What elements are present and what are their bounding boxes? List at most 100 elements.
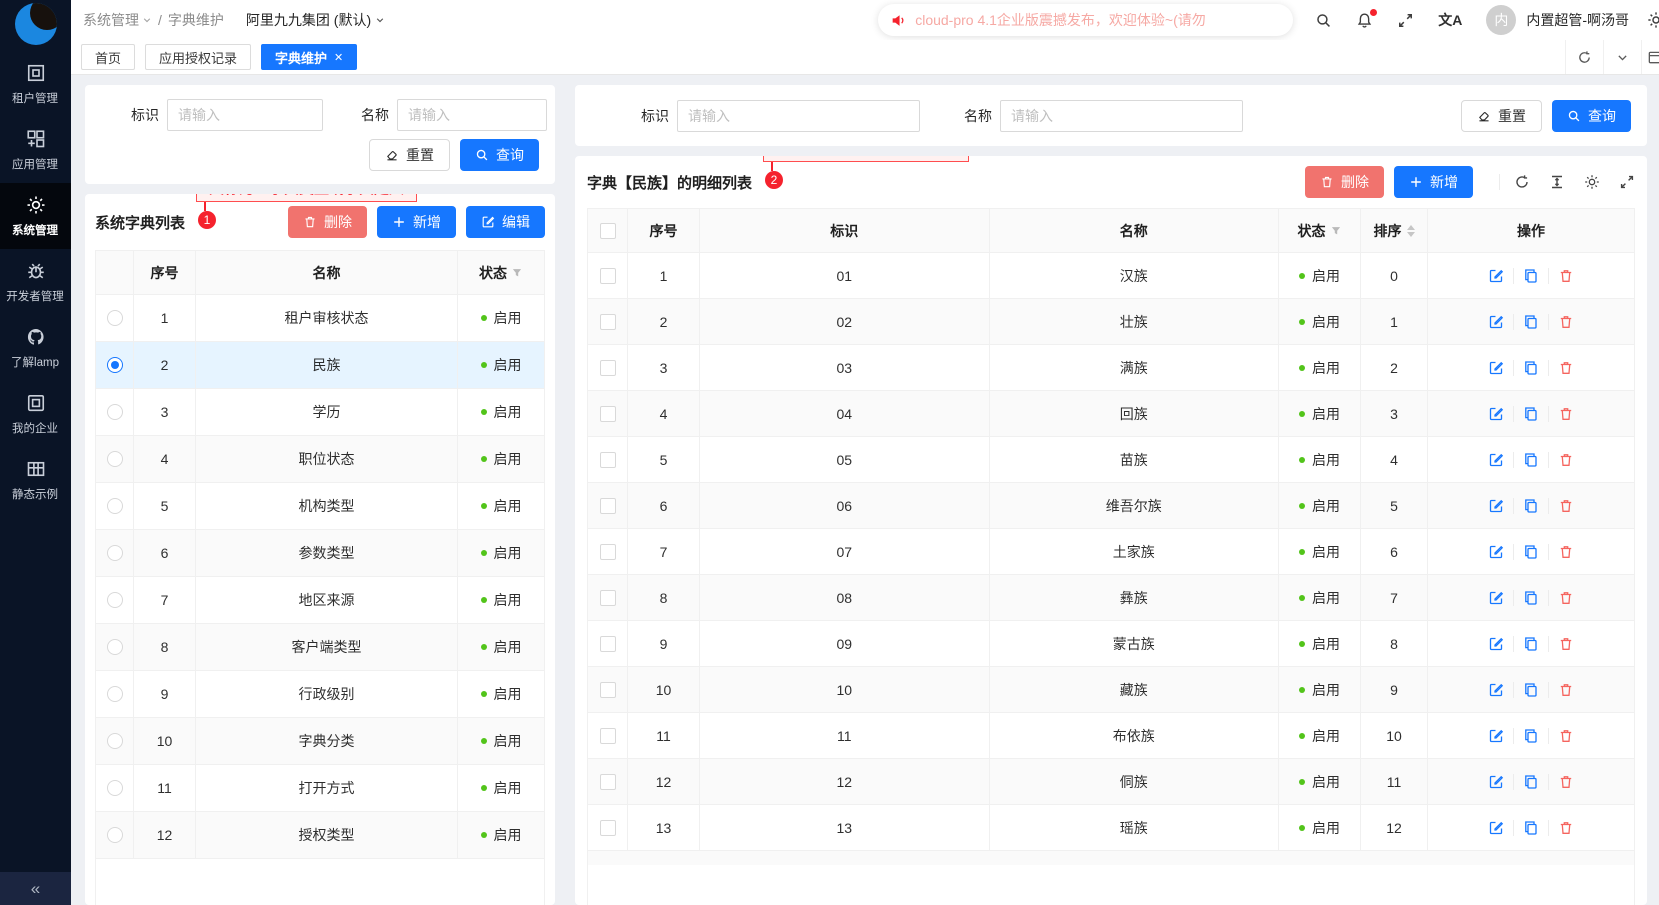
row-checkbox[interactable] bbox=[600, 544, 616, 560]
trash-icon[interactable] bbox=[1548, 498, 1583, 514]
edit-icon[interactable] bbox=[1479, 774, 1513, 790]
copy-icon[interactable] bbox=[1513, 498, 1548, 514]
dict-item-row[interactable]: 11 11 布依族 启用 10 bbox=[588, 713, 1634, 759]
row-radio[interactable] bbox=[107, 451, 123, 467]
chevron-down-icon[interactable] bbox=[1603, 40, 1641, 74]
copy-icon[interactable] bbox=[1513, 406, 1548, 422]
close-icon[interactable]: ✕ bbox=[334, 51, 343, 64]
trash-icon[interactable] bbox=[1548, 820, 1583, 836]
app-logo[interactable] bbox=[15, 3, 57, 45]
edit-icon[interactable] bbox=[1479, 314, 1513, 330]
dict-item-row[interactable]: 1 01 汉族 启用 0 bbox=[588, 253, 1634, 299]
row-checkbox[interactable] bbox=[600, 360, 616, 376]
copy-icon[interactable] bbox=[1513, 590, 1548, 606]
trash-icon[interactable] bbox=[1548, 728, 1583, 744]
fullscreen-icon[interactable] bbox=[1619, 174, 1635, 190]
copy-icon[interactable] bbox=[1513, 452, 1548, 468]
dict-type-row[interactable]: 11 打开方式 启用 bbox=[96, 765, 544, 812]
copy-icon[interactable] bbox=[1513, 728, 1548, 744]
trash-icon[interactable] bbox=[1548, 360, 1583, 376]
announcement-banner[interactable]: cloud-pro 4.1企业版震撼发布，欢迎体验~(请勿 bbox=[878, 4, 1293, 36]
copy-icon[interactable] bbox=[1513, 682, 1548, 698]
row-radio[interactable] bbox=[107, 686, 123, 702]
sidebar-collapse-button[interactable]: « bbox=[0, 872, 71, 905]
row-radio[interactable] bbox=[107, 357, 123, 373]
delete-button[interactable]: 删除 bbox=[1305, 166, 1384, 198]
status-header[interactable]: 状态 bbox=[458, 251, 544, 295]
dict-item-row[interactable]: 5 05 苗族 启用 4 bbox=[588, 437, 1634, 483]
trash-icon[interactable] bbox=[1548, 590, 1583, 606]
dict-item-row[interactable]: 8 08 彝族 启用 7 bbox=[588, 575, 1634, 621]
edit-button[interactable]: 编辑 bbox=[466, 206, 545, 238]
dict-type-row[interactable]: 10 字典分类 启用 bbox=[96, 718, 544, 765]
row-checkbox[interactable] bbox=[600, 268, 616, 284]
row-radio[interactable] bbox=[107, 827, 123, 843]
sidebar-item-static[interactable]: 静态示例 bbox=[0, 447, 71, 513]
copy-icon[interactable] bbox=[1513, 314, 1548, 330]
edit-icon[interactable] bbox=[1479, 682, 1513, 698]
row-radio[interactable] bbox=[107, 592, 123, 608]
dict-type-row[interactable]: 1 租户审核状态 启用 bbox=[96, 295, 544, 342]
trash-icon[interactable] bbox=[1548, 268, 1583, 284]
trash-icon[interactable] bbox=[1548, 406, 1583, 422]
dict-item-row[interactable]: 3 03 满族 启用 2 bbox=[588, 345, 1634, 391]
search-icon[interactable] bbox=[1315, 12, 1332, 29]
sidebar-item-developer[interactable]: 开发者管理 bbox=[0, 249, 71, 315]
row-checkbox[interactable] bbox=[600, 406, 616, 422]
edit-icon[interactable] bbox=[1479, 728, 1513, 744]
copy-icon[interactable] bbox=[1513, 544, 1548, 560]
tenant-switcher[interactable]: 阿里九九集团 (默认) bbox=[246, 10, 385, 30]
row-radio[interactable] bbox=[107, 545, 123, 561]
copy-icon[interactable] bbox=[1513, 636, 1548, 652]
row-radio[interactable] bbox=[107, 404, 123, 420]
dict-item-row[interactable]: 4 04 回族 启用 3 bbox=[588, 391, 1634, 437]
reset-button[interactable]: 重置 bbox=[369, 139, 450, 171]
dict-item-row[interactable]: 12 12 侗族 启用 11 bbox=[588, 759, 1634, 805]
dict-item-id-input[interactable] bbox=[677, 100, 920, 132]
copy-icon[interactable] bbox=[1513, 774, 1548, 790]
delete-button[interactable]: 删除 bbox=[288, 206, 367, 238]
dict-item-row[interactable]: 9 09 蒙古族 启用 8 bbox=[588, 621, 1634, 667]
dict-item-row[interactable]: 6 06 维吾尔族 启用 5 bbox=[588, 483, 1634, 529]
dict-type-row[interactable]: 7 地区来源 启用 bbox=[96, 577, 544, 624]
dict-type-row[interactable]: 12 授权类型 启用 bbox=[96, 812, 544, 859]
breadcrumb-section[interactable]: 系统管理 bbox=[83, 10, 152, 30]
dict-item-row[interactable]: 2 02 壮族 启用 1 bbox=[588, 299, 1634, 345]
dict-type-row[interactable]: 8 客户端类型 启用 bbox=[96, 624, 544, 671]
dict-item-row[interactable]: 7 07 土家族 启用 6 bbox=[588, 529, 1634, 575]
layout-icon[interactable] bbox=[1641, 40, 1659, 74]
dict-type-row[interactable]: 5 机构类型 启用 bbox=[96, 483, 544, 530]
edit-icon[interactable] bbox=[1479, 406, 1513, 422]
trash-icon[interactable] bbox=[1548, 636, 1583, 652]
sidebar-item-lamp[interactable]: 了解lamp bbox=[0, 315, 71, 381]
trash-icon[interactable] bbox=[1548, 682, 1583, 698]
edit-icon[interactable] bbox=[1479, 360, 1513, 376]
select-all-checkbox[interactable] bbox=[600, 223, 616, 239]
row-radio[interactable] bbox=[107, 498, 123, 514]
dict-type-id-input[interactable] bbox=[167, 99, 323, 131]
sidebar-item-tenant[interactable]: 租户管理 bbox=[0, 51, 71, 117]
copy-icon[interactable] bbox=[1513, 268, 1548, 284]
refresh-icon[interactable] bbox=[1514, 174, 1530, 190]
row-checkbox[interactable] bbox=[600, 452, 616, 468]
row-radio[interactable] bbox=[107, 639, 123, 655]
gear-icon[interactable] bbox=[1584, 174, 1600, 190]
edit-icon[interactable] bbox=[1479, 590, 1513, 606]
trash-icon[interactable] bbox=[1548, 544, 1583, 560]
row-checkbox[interactable] bbox=[600, 498, 616, 514]
reset-button[interactable]: 重置 bbox=[1461, 100, 1542, 132]
row-radio[interactable] bbox=[107, 310, 123, 326]
copy-icon[interactable] bbox=[1513, 820, 1548, 836]
row-checkbox[interactable] bbox=[600, 636, 616, 652]
edit-icon[interactable] bbox=[1479, 544, 1513, 560]
select-all-header[interactable] bbox=[588, 209, 628, 253]
dict-type-row[interactable]: 9 行政级别 启用 bbox=[96, 671, 544, 718]
dict-type-row[interactable]: 4 职位状态 启用 bbox=[96, 436, 544, 483]
row-checkbox[interactable] bbox=[600, 820, 616, 836]
copy-icon[interactable] bbox=[1513, 360, 1548, 376]
edit-icon[interactable] bbox=[1479, 452, 1513, 468]
trash-icon[interactable] bbox=[1548, 314, 1583, 330]
sidebar-item-apps[interactable]: 应用管理 bbox=[0, 117, 71, 183]
user-menu[interactable]: 内 内置超管-啊汤哥 bbox=[1486, 5, 1629, 35]
translate-icon[interactable]: 文A bbox=[1438, 13, 1462, 27]
